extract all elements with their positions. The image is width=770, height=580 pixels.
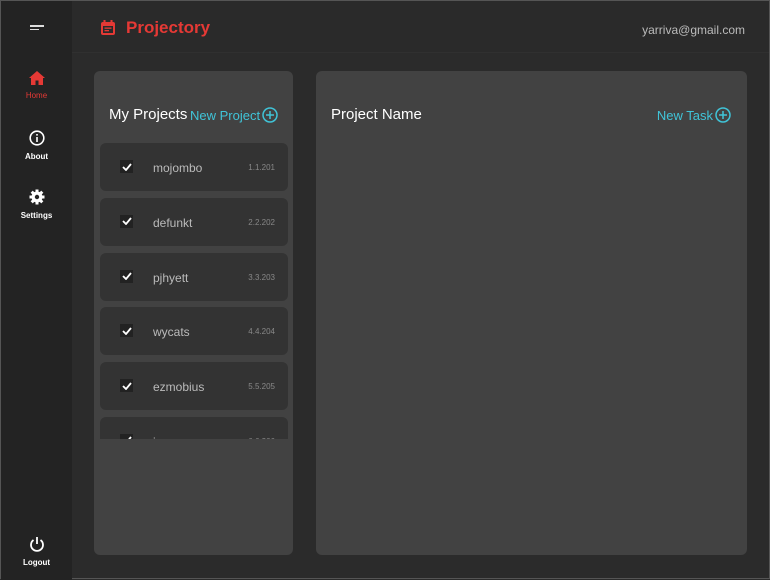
project-checkbox[interactable] [120,379,133,393]
menu-icon[interactable] [30,25,44,31]
brand: Projectory [100,18,210,38]
project-name: mojombo [153,161,203,175]
check-icon [121,272,132,281]
project-version: 4.4.204 [248,327,275,337]
project-item[interactable]: pjhyett 3.3.203 [100,252,288,301]
new-project-label: New Project [190,107,261,123]
project-name: ivey [153,435,174,439]
nav-home-label: Home [25,91,48,100]
gear-icon [29,189,44,205]
project-name: wycats [153,325,190,340]
projects-panel: My Projects New Project mojombo 1.1.201 … [94,71,293,555]
check-icon [121,217,132,226]
project-version: 5.5.205 [248,382,275,392]
app-title: Projectory [126,18,211,37]
project-version: 3.3.203 [248,272,275,282]
project-name: ezmobius [153,380,205,395]
tasks-panel: Project Name New Task [316,71,747,555]
project-checkbox[interactable] [120,433,133,439]
header: Projectory yarriva@gmail.com [72,1,769,53]
info-icon [28,130,45,146]
add-circle-icon [715,107,731,123]
project-name: pjhyett [153,270,189,285]
project-checkbox[interactable] [120,214,133,228]
new-task-button[interactable]: New Task [657,107,731,123]
project-item[interactable]: mojombo 1.1.201 [100,143,288,191]
check-icon [121,327,132,335]
project-item[interactable]: wycats 4.4.204 [100,307,288,356]
project-checkbox[interactable] [120,269,133,283]
nav-about-label: About [24,152,49,161]
project-name: defunkt [153,215,193,230]
nav-settings-label: Settings [20,211,53,220]
project-item[interactable]: ivey 6.6.206 [100,416,288,439]
nav-settings[interactable]: Settings [1,189,72,220]
user-email: yarriva@gmail.com [642,23,745,37]
home-icon [28,71,45,85]
project-version: 1.1.201 [248,163,275,172]
project-name-title: Project Name [331,106,422,123]
logout-label: Logout [22,558,51,567]
project-version: 2.2.202 [248,217,275,227]
project-item[interactable]: defunkt 2.2.202 [100,197,288,246]
project-item[interactable]: ezmobius 5.5.205 [100,362,288,411]
project-checkbox[interactable] [120,324,133,338]
nav-about[interactable]: About [1,130,72,161]
project-checkbox[interactable] [120,160,133,173]
power-icon [29,537,44,552]
new-project-button[interactable]: New Project [190,107,278,123]
projects-title: My Projects [109,106,188,123]
check-icon [121,382,132,390]
nav-home[interactable]: Home [1,71,72,100]
new-task-label: New Task [656,107,713,123]
check-icon [121,162,132,171]
add-circle-icon [262,107,278,123]
check-icon [128,436,132,439]
calendar-icon [101,20,115,35]
logout-button[interactable]: Logout [1,536,72,567]
sidebar: Home About Settings Logout [1,1,72,580]
project-version: 6.6.206 [248,437,275,439]
project-list[interactable]: mojombo 1.1.201 defunkt 2.2.202 pjhyett … [100,143,288,439]
